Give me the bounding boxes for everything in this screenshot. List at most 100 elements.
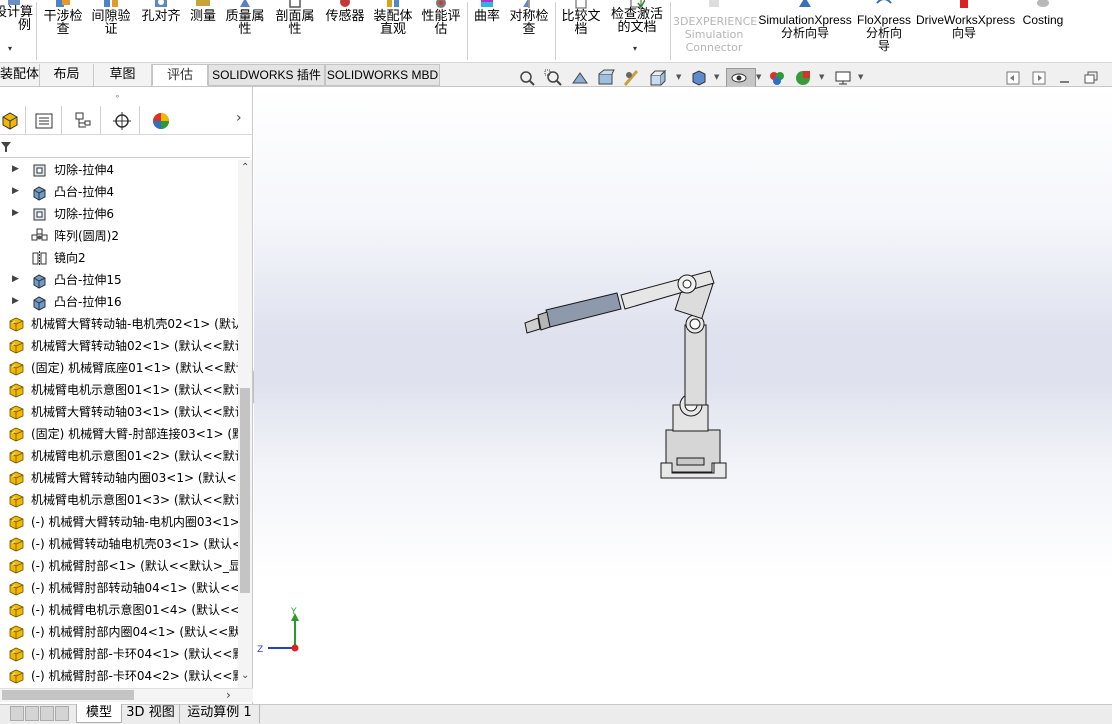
- view-orientation-dropdown-icon[interactable]: ▼: [676, 73, 681, 81]
- edit-appearance-icon[interactable]: [768, 69, 786, 87]
- tree-row[interactable]: (-) 机械臂大臂转动轴-电机内圈03<1>: [0, 512, 238, 534]
- design-study-button[interactable]: 设计算 例: [0, 0, 34, 63]
- tab-property-manager[interactable]: [24, 106, 62, 134]
- symmetry-check-button[interactable]: 对称检 查: [506, 0, 552, 63]
- gripper[interactable]: [524, 317, 541, 334]
- tab-layout[interactable]: 布局: [40, 64, 94, 86]
- lower-arm[interactable]: [684, 324, 707, 406]
- next-tab-icon[interactable]: [40, 706, 54, 721]
- minimize-icon[interactable]: [1056, 69, 1074, 87]
- apply-scene-icon[interactable]: [794, 69, 812, 87]
- scroll-up-icon[interactable]: ⌃: [241, 162, 249, 173]
- performance-evaluation-button[interactable]: 性能评 估: [418, 0, 464, 63]
- mass-properties-button[interactable]: 质量属 性: [222, 0, 268, 63]
- curvature-button[interactable]: 曲率: [470, 0, 504, 63]
- tree-row[interactable]: (-) 机械臂转动轴电机壳03<1> (默认<: [0, 534, 238, 556]
- panel-grip-icon[interactable]: ⚬: [114, 92, 121, 101]
- expand-arrow-icon[interactable]: ▶: [12, 164, 19, 174]
- hide-show-dropdown-icon[interactable]: ▼: [756, 73, 761, 81]
- view-orientation-icon[interactable]: [649, 69, 667, 87]
- tree-scroll-thumb[interactable]: [240, 388, 250, 593]
- scroll-right-icon[interactable]: ›: [226, 688, 231, 702]
- check-dropdown-icon[interactable]: ▾: [633, 44, 637, 53]
- check-active-document-button[interactable]: 检查激活 的文档: [606, 0, 668, 63]
- measure-button[interactable]: 测量: [186, 0, 220, 63]
- tab-configuration-manager[interactable]: [63, 106, 101, 134]
- tree-row[interactable]: ▶ 凸台-拉伸15: [0, 270, 238, 292]
- sensor-button[interactable]: 传感器: [322, 0, 368, 63]
- scroll-down-icon[interactable]: ⌄: [241, 670, 249, 681]
- tree-row[interactable]: (-) 机械臂肘部<1> (默认<<默认>_显示: [0, 556, 238, 578]
- tree-row[interactable]: 机械臂电机示意图01<2> (默认<<默认: [0, 446, 238, 468]
- first-tab-icon[interactable]: [10, 706, 24, 721]
- design-study-dropdown-icon[interactable]: ▾: [8, 44, 12, 53]
- display-style-icon[interactable]: [690, 69, 708, 87]
- apply-scene-dropdown-icon[interactable]: ▼: [819, 73, 824, 81]
- tree-row[interactable]: ▶ 切除-拉伸6: [0, 204, 238, 226]
- floxpress-button[interactable]: FloXpress 分析向 导: [854, 0, 914, 63]
- tree-row[interactable]: (-) 机械臂肘部-卡环04<2> (默认<<默认: [0, 666, 238, 688]
- tree-row[interactable]: 机械臂大臂转动轴03<1> (默认<<默认: [0, 402, 238, 424]
- tree-row[interactable]: ▶ 凸台-拉伸16: [0, 292, 238, 314]
- expand-arrow-icon[interactable]: ▶: [12, 296, 19, 306]
- tree-row[interactable]: 机械臂大臂转动轴02<1> (默认<<默认: [0, 336, 238, 358]
- forearm[interactable]: [545, 292, 622, 328]
- tree-row[interactable]: (固定) 机械臂底座01<1> (默认<<默认: [0, 358, 238, 380]
- tree-row[interactable]: 机械臂电机示意图01<3> (默认<<默认: [0, 490, 238, 512]
- tab-motion-study-1[interactable]: 运动算例 1: [180, 704, 260, 723]
- expand-arrow-icon[interactable]: ▶: [12, 274, 19, 284]
- section-properties-button[interactable]: 剖面属 性: [272, 0, 318, 63]
- view-settings-icon[interactable]: [834, 69, 852, 87]
- compare-documents-button[interactable]: 比较文 档: [558, 0, 604, 63]
- interference-check-button[interactable]: 干涉检 查: [40, 0, 86, 63]
- hide-show-items-icon[interactable]: [730, 69, 748, 87]
- tree-row[interactable]: 机械臂大臂转动轴-电机壳02<1> (默认: [0, 314, 238, 336]
- tree-row[interactable]: 镜向2: [0, 248, 238, 270]
- 3dexperience-connector-button[interactable]: 3DEXPERIENCE Simulation Connector: [673, 0, 757, 63]
- filter-icon[interactable]: [0, 140, 14, 154]
- dynamic-annotation-icon[interactable]: [623, 69, 641, 87]
- tree-row[interactable]: (-) 机械臂肘部内圈04<1> (默认<<默认: [0, 622, 238, 644]
- previous-view-icon[interactable]: [571, 69, 589, 87]
- driveworksxpress-button[interactable]: DriveWorksXpress 向导: [916, 0, 1015, 63]
- tree-row[interactable]: ▶ 切除-拉伸4: [0, 160, 238, 182]
- tree-hscroll-thumb[interactable]: [2, 690, 134, 700]
- graphics-area[interactable]: Y Z: [254, 87, 1112, 704]
- costing-button[interactable]: Costing: [1016, 0, 1070, 63]
- tab-sketch[interactable]: 草图: [94, 64, 152, 86]
- tab-model[interactable]: 模型: [76, 704, 122, 723]
- last-tab-icon[interactable]: [55, 706, 69, 721]
- tree-row[interactable]: (固定) 机械臂大臂-肘部连接03<1> (默: [0, 424, 238, 446]
- tab-evaluate[interactable]: 评估: [152, 64, 208, 86]
- tab-3d-view[interactable]: 3D 视图: [122, 704, 180, 723]
- tabs-scroll-right-icon[interactable]: ›: [236, 110, 242, 126]
- display-style-dropdown-icon[interactable]: ▼: [714, 73, 719, 81]
- tree-row[interactable]: (-) 机械臂电机示意图01<4> (默认<<默: [0, 600, 238, 622]
- tree-row[interactable]: (-) 机械臂肘部-卡环04<1> (默认<<默认: [0, 644, 238, 666]
- hole-alignment-button[interactable]: 孔对齐: [138, 0, 184, 63]
- tab-display-manager[interactable]: [141, 106, 179, 134]
- clearance-verification-button[interactable]: 间隙验 证: [88, 0, 134, 63]
- tree-row[interactable]: (-) 机械臂肘部转动轴04<1> (默认<<默: [0, 578, 238, 600]
- expand-arrow-icon[interactable]: ▶: [12, 186, 19, 196]
- base-body[interactable]: [665, 429, 721, 473]
- prev-tab-icon[interactable]: [25, 706, 39, 721]
- zoom-to-area-icon[interactable]: [544, 69, 562, 87]
- tab-assembly[interactable]: 装配体: [0, 64, 40, 86]
- tab-feature-manager[interactable]: [0, 106, 26, 134]
- assembly-visualization-button[interactable]: 装配体 直观: [370, 0, 416, 63]
- tree-row[interactable]: 机械臂大臂转动轴内圈03<1> (默认<<: [0, 468, 238, 490]
- tab-solidworks-addins[interactable]: SOLIDWORKS 插件: [208, 64, 325, 86]
- expand-arrow-icon[interactable]: ▶: [12, 208, 19, 218]
- tab-dimxpert-manager[interactable]: [102, 106, 140, 134]
- tab-solidworks-mbd[interactable]: SOLIDWORKS MBD: [325, 64, 440, 86]
- section-view-icon[interactable]: [597, 69, 615, 87]
- panel-right-icon[interactable]: [1030, 69, 1048, 87]
- zoom-to-fit-icon[interactable]: [518, 69, 536, 87]
- view-settings-dropdown-icon[interactable]: ▼: [858, 73, 863, 81]
- tree-row[interactable]: 机械臂电机示意图01<1> (默认<<默认: [0, 380, 238, 402]
- tree-row[interactable]: 阵列(圆周)2: [0, 226, 238, 248]
- restore-icon[interactable]: [1082, 69, 1100, 87]
- robot-arm-model[interactable]: Y Z: [254, 87, 1112, 704]
- simulationxpress-button[interactable]: SimulationXpress 分析向导: [758, 0, 852, 63]
